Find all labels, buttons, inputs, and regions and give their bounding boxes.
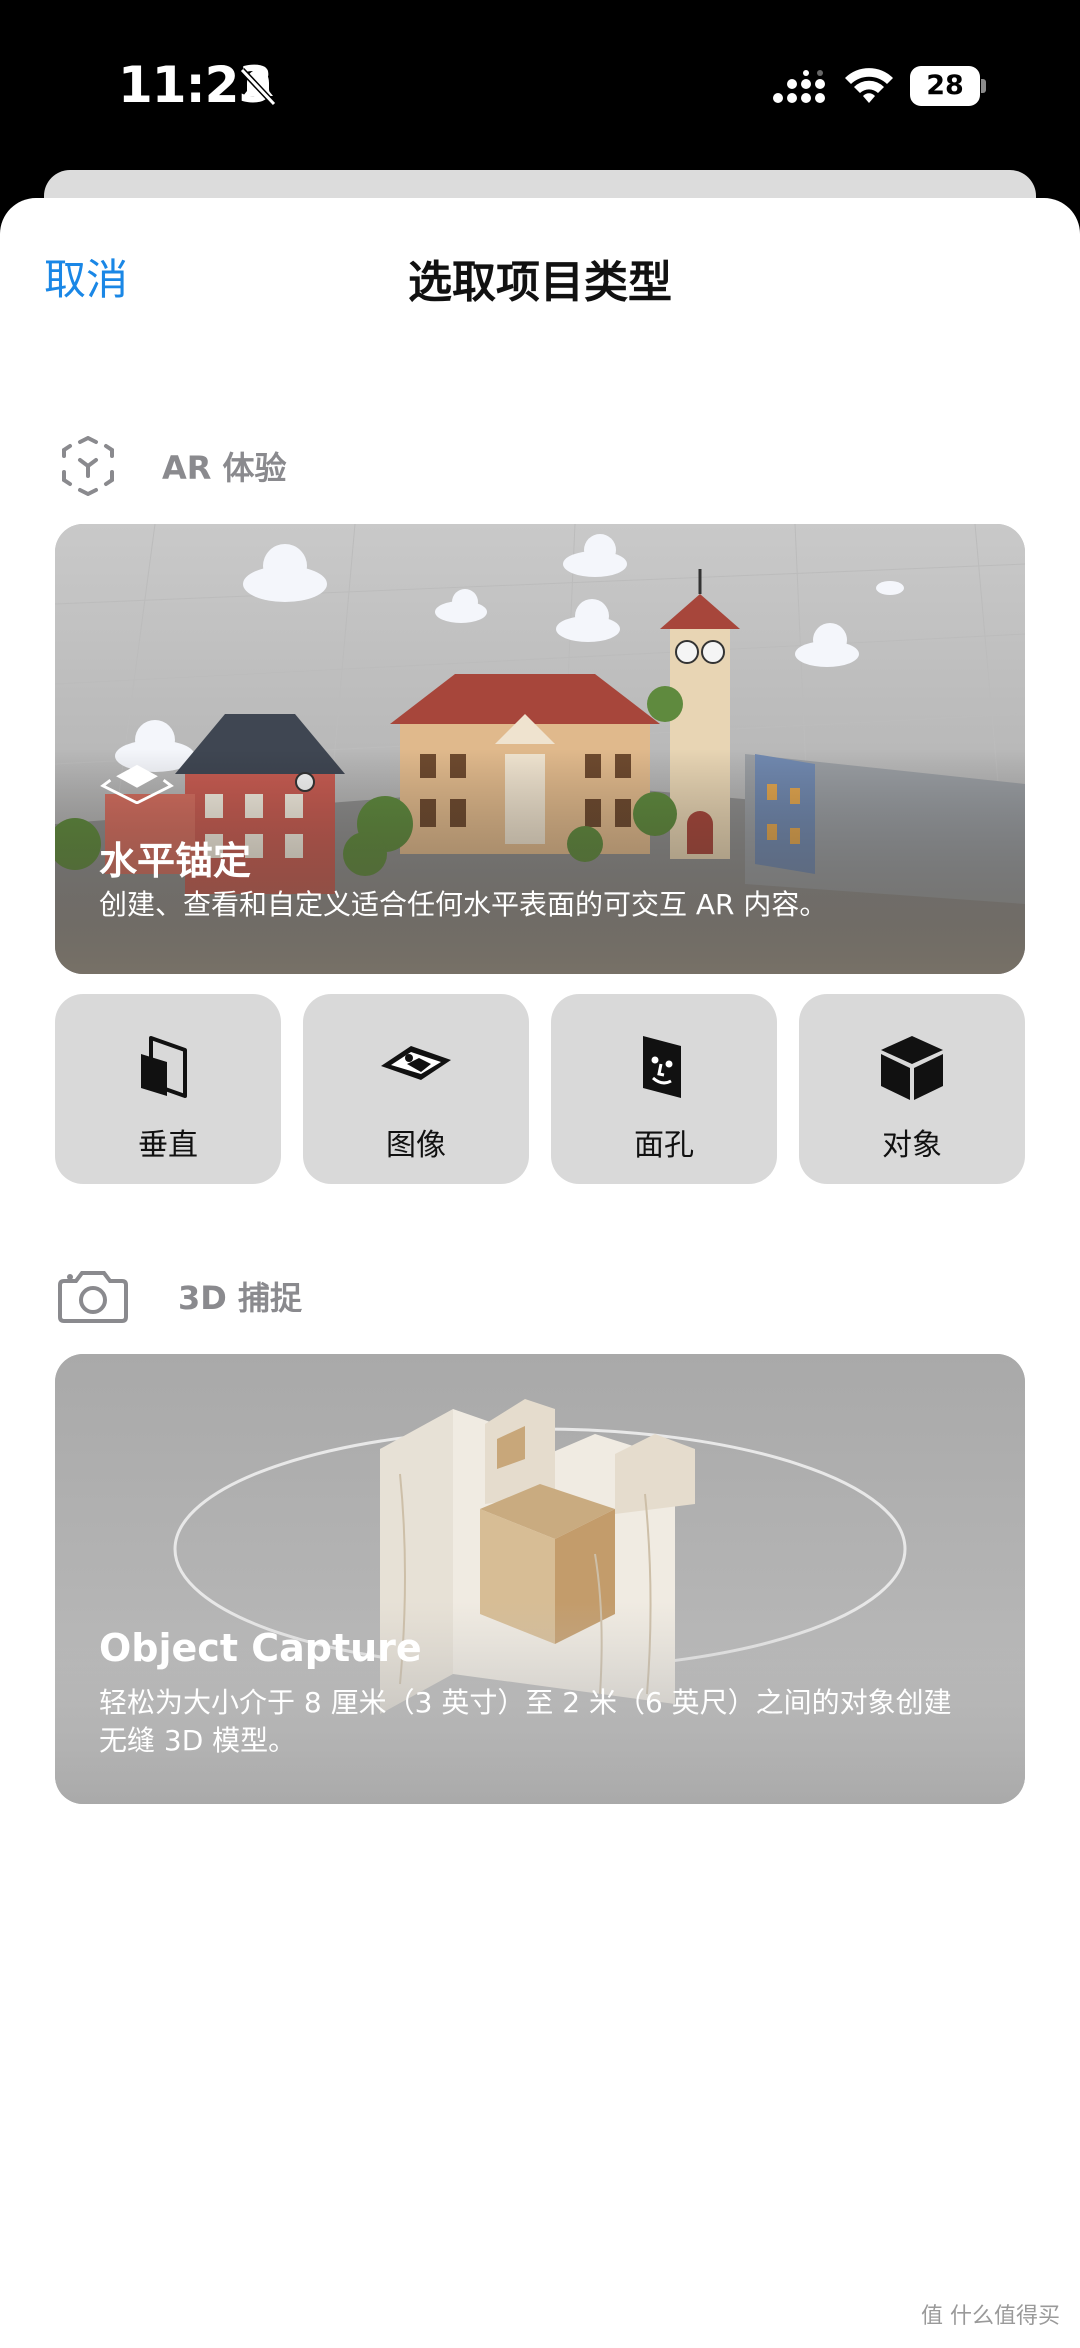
status-bar: 11:23 28 — [0, 0, 1080, 170]
face-anchor-icon — [643, 1036, 681, 1098]
sheet-title: 选取项目类型 — [408, 257, 672, 308]
capture-section-header: 3D 捕捉 — [58, 1264, 302, 1328]
capture-section-label: 3D 捕捉 — [178, 1279, 302, 1317]
battery-level: 28 — [910, 66, 980, 106]
face-option-label: 面孔 — [634, 1128, 694, 1163]
vertical-option-tile[interactable]: 垂直 — [55, 994, 281, 1184]
ar-scan-icon — [62, 436, 114, 496]
object-capture-card[interactable]: Object Capture 轻松为大小介于 8 厘米（3 英寸）至 2 米（6… — [55, 1354, 1025, 1804]
horizontal-plane-icon — [100, 764, 174, 804]
cellular-signal-icon — [773, 70, 825, 103]
object-capture-title: Object Capture — [99, 1626, 422, 1670]
image-option-label: 图像 — [386, 1128, 446, 1163]
vertical-plane-icon — [141, 1036, 187, 1098]
wifi-icon — [845, 68, 893, 103]
horizontal-anchor-card[interactable]: 水平锚定 创建、查看和自定义适合任何水平表面的可交互 AR 内容。 — [55, 524, 1025, 974]
face-option-tile[interactable]: 面孔 — [551, 994, 777, 1184]
horizontal-anchor-description: 创建、查看和自定义适合任何水平表面的可交互 AR 内容。 — [99, 888, 828, 921]
image-anchor-icon — [381, 1046, 451, 1080]
project-type-sheet: 取消 选取项目类型 AR 体验 水平锚定 创建、查看和自定义适合任何水平表面的可… — [0, 198, 1080, 2348]
bell-muted-icon — [239, 67, 277, 107]
battery-icon: 28 — [910, 66, 986, 106]
image-option-tile[interactable]: 图像 — [303, 994, 529, 1184]
object-capture-description: 轻松为大小介于 8 厘米（3 英寸）至 2 米（6 英尺）之间的对象创建无缝 3… — [99, 1686, 952, 1757]
object-option-label: 对象 — [882, 1128, 942, 1163]
horizontal-anchor-title: 水平锚定 — [99, 839, 252, 883]
vertical-option-label: 垂直 — [138, 1128, 198, 1163]
object-cube-icon — [881, 1036, 943, 1100]
camera-icon — [58, 1271, 128, 1323]
object-option-tile[interactable]: 对象 — [799, 994, 1025, 1184]
ar-section-label: AR 体验 — [162, 449, 287, 487]
watermark: 值 什么值得买 — [921, 2304, 1060, 2329]
ar-option-tiles: 垂直 图像 面孔 对象 — [55, 994, 1025, 1184]
ar-section-header: AR 体验 — [58, 434, 287, 498]
